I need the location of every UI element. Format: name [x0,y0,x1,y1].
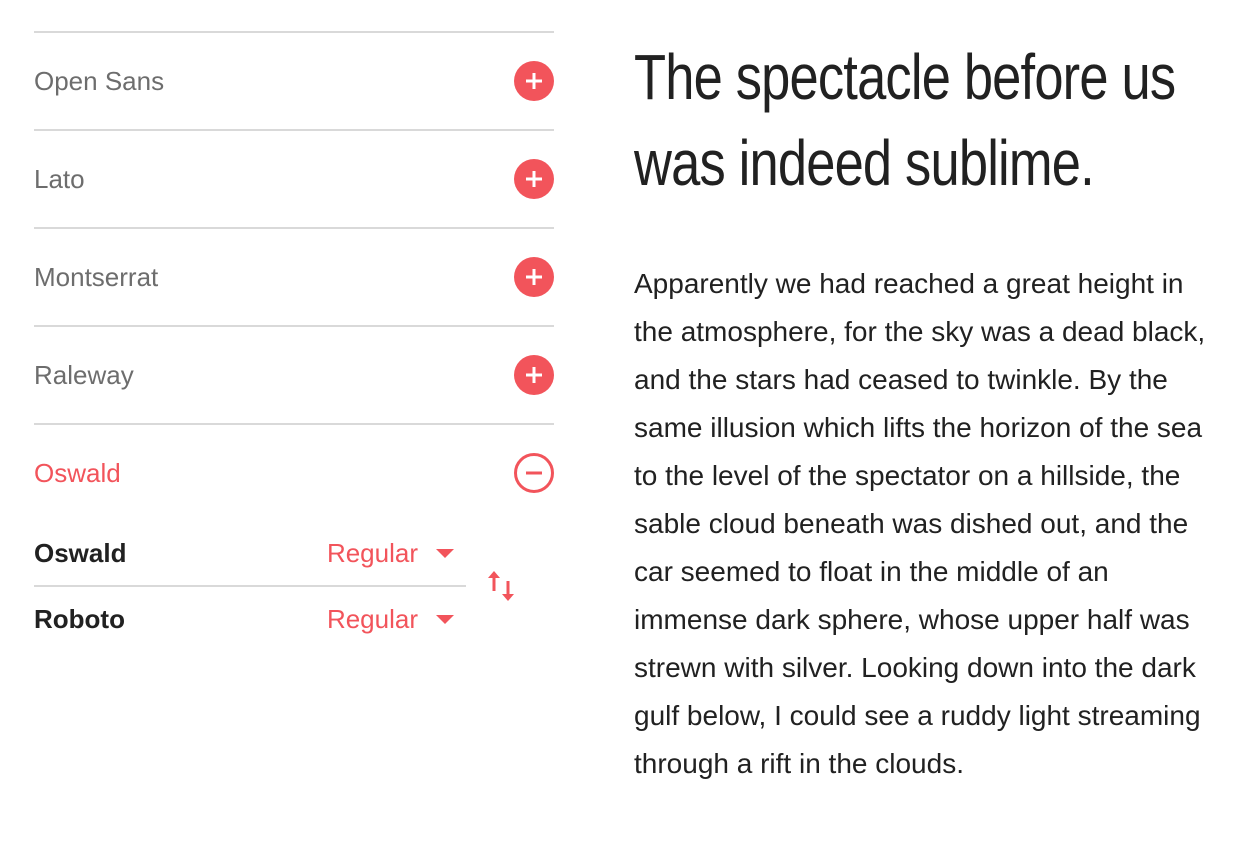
plus-icon [526,367,542,383]
font-name: Open Sans [34,65,165,96]
add-font-button[interactable] [514,257,554,297]
body-weight-dropdown[interactable]: Regular [327,604,466,635]
plus-icon [526,171,542,187]
font-name: Montserrat [34,261,159,292]
body-font-name: Roboto [34,603,125,634]
font-name: Raleway [34,359,134,390]
font-name: Lato [34,163,85,194]
body-font-row: Roboto Regular [34,587,466,651]
weight-label: Regular [326,603,418,634]
minus-icon [526,471,542,475]
add-font-button[interactable] [514,159,554,199]
font-name: Oswald [34,457,121,488]
font-pairing: Oswald Regular Roboto Regular [34,521,554,651]
heading-font-row: Oswald Regular [34,521,466,587]
preview-headline: The spectacle before us was indeed subli… [634,41,1176,199]
font-row-oswald[interactable]: Oswald [34,423,554,521]
preview-paragraph: Apparently we had reached a great height… [634,268,1206,779]
plus-icon [526,269,542,285]
heading-weight-dropdown[interactable]: Regular [327,538,466,569]
swap-vertical-icon [488,571,514,601]
add-font-button[interactable] [514,61,554,101]
caret-down-icon [436,614,454,624]
font-row-montserrat[interactable]: Montserrat [34,227,554,325]
font-row-raleway[interactable]: Raleway [34,325,554,423]
font-row-open-sans[interactable]: Open Sans [34,31,554,129]
font-list-panel: Open Sans Lato Montserrat Raleway Oswald… [34,31,554,651]
swap-fonts-button[interactable] [485,565,517,610]
font-row-lato[interactable]: Lato [34,129,554,227]
caret-down-icon [436,548,454,558]
weight-label: Regular [326,537,418,568]
add-font-button[interactable] [514,355,554,395]
heading-font-name: Oswald [34,537,127,568]
remove-font-button[interactable] [514,453,554,493]
plus-icon [526,73,542,89]
preview-panel: The spectacle before us was indeed subli… [634,34,1224,788]
